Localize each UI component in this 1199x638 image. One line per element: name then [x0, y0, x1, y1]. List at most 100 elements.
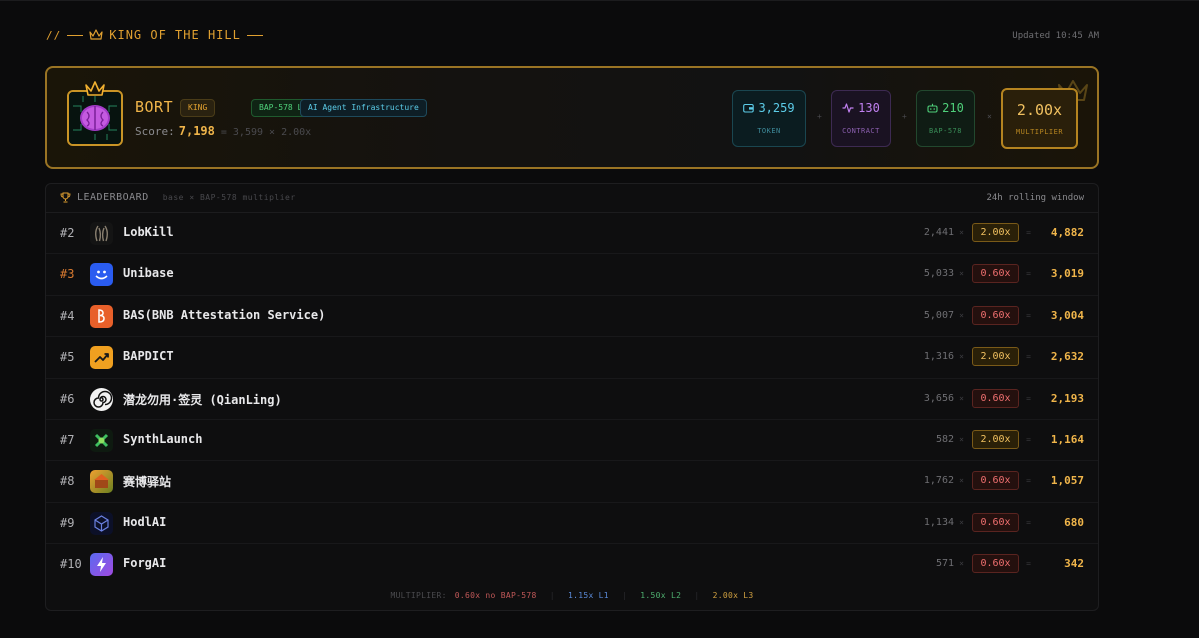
score-calculation: = 3,599 × 2.00x	[220, 127, 312, 138]
base-score: 1,762	[923, 475, 954, 487]
bap-stat: 210 BAP-578	[916, 90, 975, 147]
token-name: BAPDICT	[123, 349, 174, 364]
spiral-icon	[90, 387, 113, 411]
final-score: 680	[1064, 515, 1084, 529]
contract-label: CONTRACT	[842, 127, 880, 135]
table-row[interactable]: #4 BAS(BNB Attestation Service) 5,007 × …	[46, 296, 1098, 338]
legend-label: MULTIPLIER:	[390, 591, 447, 600]
token-name: Unibase	[123, 266, 174, 281]
token-value: 3,259	[758, 101, 795, 115]
updated-timestamp: Updated 10:45 AM	[1012, 31, 1099, 41]
final-score: 3,019	[1050, 267, 1084, 281]
legend-l2: 1.50x L2	[640, 591, 682, 600]
title-dash-right	[246, 34, 263, 36]
table-row[interactable]: #10 ForgAI 571 × 0.60x = 342	[46, 544, 1098, 585]
final-score: 1,164	[1050, 432, 1084, 446]
table-row[interactable]: #5 BAPDICT 1,316 × 2.00x = 2,632	[46, 337, 1098, 379]
bas-icon	[90, 304, 113, 328]
unibase-icon	[90, 263, 113, 287]
equals-operator: =	[1026, 434, 1031, 444]
equals-operator: =	[1026, 269, 1031, 279]
times-operator: ×	[959, 517, 964, 527]
token-name: LobKill	[123, 225, 174, 239]
score-value: 7,198	[178, 124, 215, 138]
multiplier-label: MULTIPLIER	[1015, 128, 1064, 136]
table-row[interactable]: #2 LobKill 2,441 × 2.00x = 4,882	[46, 213, 1098, 255]
robot-icon	[927, 103, 938, 113]
lobkill-icon	[90, 222, 113, 245]
table-row[interactable]: #7 SynthLaunch 582 × 2.00x = 1,164	[46, 420, 1098, 462]
leaderboard-subtitle: base × BAP-578 multiplier	[162, 193, 296, 202]
final-score: 2,193	[1050, 391, 1084, 405]
times-operator: ×	[959, 476, 964, 486]
rank: #5	[60, 350, 75, 365]
multiplier-badge: 0.60x	[972, 554, 1019, 574]
legend-l3: 2.00x L3	[712, 591, 754, 600]
lightning-icon	[90, 553, 113, 577]
crown-icon	[89, 29, 103, 40]
trend-up-icon	[90, 346, 113, 370]
king-badge: KING	[180, 99, 216, 117]
contract-stat: 130 CONTRACT	[831, 90, 891, 147]
title-dash-left	[67, 34, 84, 36]
final-score: 3,004	[1050, 308, 1084, 322]
base-score: 5,007	[923, 309, 954, 321]
equals-operator: =	[1026, 476, 1031, 486]
king-crown-icon	[85, 81, 105, 96]
king-avatar	[67, 90, 123, 146]
base-score: 3,656	[923, 392, 954, 404]
table-row[interactable]: #8 赛博驿站 1,762 × 0.60x = 1,057	[46, 461, 1098, 503]
legend-separator: |	[622, 591, 628, 600]
rank: #4	[60, 308, 75, 323]
equals-operator: =	[1026, 310, 1031, 320]
rank: #3	[60, 267, 75, 282]
page-title-group: // KING OF THE HILL	[46, 28, 263, 42]
multiplier-badge: 0.60x	[972, 264, 1019, 284]
token-name: SynthLaunch	[123, 431, 203, 446]
leaderboard-title: LEADERBOARD	[77, 192, 149, 203]
token-name: HodlAI	[123, 514, 167, 529]
token-name: BAS(BNB Attestation Service)	[123, 307, 326, 322]
leaderboard: LEADERBOARD base × BAP-578 multiplier 24…	[45, 183, 1099, 611]
final-score: 4,882	[1050, 226, 1084, 239]
base-score: 5,033	[923, 268, 954, 280]
leaderboard-header: LEADERBOARD base × BAP-578 multiplier 24…	[46, 184, 1098, 213]
multiplier-badge: 0.60x	[972, 512, 1019, 532]
token-stat: 3,259 TOKEN	[732, 90, 806, 147]
equals-operator: =	[1026, 393, 1031, 403]
final-score: 1,057	[1050, 474, 1084, 488]
brain-chip-icon	[69, 92, 121, 144]
times-operator: ×	[959, 352, 964, 362]
multiplier-badge: 2.00x	[972, 223, 1019, 242]
multiplier-stat: 2.00x MULTIPLIER	[1001, 88, 1078, 149]
cyber-station-icon	[90, 470, 113, 494]
table-row[interactable]: #6 潜龙勿用·签灵 (QianLing) 3,656 × 0.60x = 2,…	[46, 379, 1098, 420]
cube-icon	[90, 511, 113, 535]
page-header: // KING OF THE HILL Updated 10:45 AM	[46, 28, 1099, 46]
base-score: 2,441	[923, 227, 954, 238]
table-row[interactable]: #9 HodlAI 1,134 × 0.60x = 680	[46, 503, 1098, 545]
equals-operator: =	[1026, 517, 1031, 527]
rank: #10	[60, 557, 82, 572]
multiplier-badge: 0.60x	[972, 388, 1019, 408]
activity-icon	[842, 103, 854, 113]
plus-operator: +	[817, 112, 822, 121]
legend-separator: |	[549, 591, 555, 600]
title-prefix: //	[46, 28, 62, 42]
times-operator: ×	[959, 310, 964, 320]
king-name: BORT	[135, 98, 174, 116]
page-title: KING OF THE HILL	[109, 28, 241, 42]
contract-value: 130	[858, 101, 880, 115]
multiplier-legend: MULTIPLIER: 0.60x no BAP-578 | 1.15x L1 |…	[46, 591, 1098, 600]
rank: #7	[60, 432, 75, 447]
plus-operator: +	[902, 112, 907, 121]
legend-l1: 1.15x L1	[567, 591, 609, 600]
rank: #8	[60, 474, 75, 489]
times-operator: ×	[959, 393, 964, 403]
trophy-icon	[60, 192, 71, 203]
king-card[interactable]: BORT KING BAP-578 L3 AI Agent Infrastruc…	[45, 66, 1099, 169]
table-row[interactable]: #3 Unibase 5,033 × 0.60x = 3,019	[46, 254, 1098, 296]
equals-operator: =	[1026, 228, 1031, 237]
token-label: TOKEN	[757, 127, 781, 135]
leaderboard-rows: #2 LobKill 2,441 × 2.00x = 4,882 #3 Unib…	[46, 213, 1098, 586]
